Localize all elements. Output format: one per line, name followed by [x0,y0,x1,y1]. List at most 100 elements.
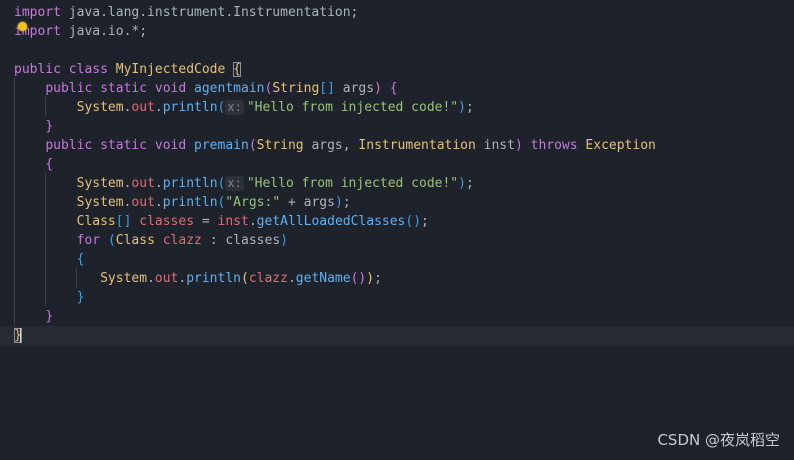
code-token: println [162,176,218,191]
code-token: public static void [45,81,187,96]
code-line[interactable]: } [14,288,85,307]
code-line[interactable]: System.out.println(clazz.getName()); [14,269,382,288]
code-line[interactable]: { [14,155,53,174]
code-line[interactable]: } [14,307,53,326]
code-token: public static void [45,138,187,153]
code-token: ; [421,214,429,229]
code-token: ( [217,176,226,191]
code-line[interactable]: public static void premain(String args, … [14,136,656,155]
code-line[interactable]: Class[] classes = inst.getAllLoadedClass… [14,212,429,231]
code-token: ( [248,138,257,153]
lightbulb-icon[interactable] [18,22,27,31]
code-token: { [45,157,54,172]
code-token: ) [458,176,466,191]
code-token: + args [280,195,335,210]
code-token: "Args:" [225,195,281,210]
code-token: { [389,81,398,96]
code-line[interactable]: } [14,117,53,136]
code-token: "Hello from injected code!" [246,100,459,115]
code-token: : classes [201,233,281,248]
code-token: ; [342,195,351,210]
code-line[interactable]: public static void agentmain(String[] ar… [14,79,398,98]
code-token: println [162,100,218,115]
code-token: out [131,176,155,191]
code-token: } [45,309,54,324]
code-token: out [131,100,155,115]
code-line[interactable]: { [14,250,85,269]
code-token: ; [465,176,474,191]
text-cursor [20,328,21,343]
code-token: . [154,195,163,210]
code-token: . [287,271,296,286]
code-token: premain [194,138,249,153]
code-token: classes [139,214,195,229]
code-line[interactable]: System.out.println(x: "Hello from injecte… [14,98,474,117]
code-token: println [186,271,241,286]
code-token: String [272,81,320,96]
code-token: System [76,195,124,210]
code-line[interactable]: import java.lang.instrument.Instrumentat… [14,3,358,22]
code-token: java.lang.instrument.Instrumentation; [60,5,359,20]
code-token: println [162,195,218,210]
code-token: inst [475,138,515,153]
code-token: Class [115,233,155,248]
code-token: } [76,290,85,305]
code-token: Instrumentation [358,138,476,153]
code-token: MyInjectedCode [115,62,226,77]
code-token: String [256,138,304,153]
code-token: out [131,195,155,210]
parameter-hint: x: [225,100,244,115]
code-line[interactable]: for (Class clazz : classes) [14,231,288,250]
code-token: () [405,214,422,229]
code-line[interactable]: System.out.println("Args:" + args); [14,193,351,212]
code-token: args [334,81,375,96]
code-line[interactable]: System.out.println(x: "Hello from injecte… [14,174,474,193]
code-token: . [154,100,163,115]
code-token: } [45,119,54,134]
parameter-hint: x: [225,176,244,191]
code-token: "Hello from injected code!" [246,176,459,191]
watermark: CSDN @夜岚稻空 [657,431,780,449]
code-token: System [76,176,124,191]
code-token: . [154,176,163,191]
code-token: args, [303,138,359,153]
code-token: System [100,271,148,286]
code-token: Class [76,214,116,229]
code-token: clazz [248,271,288,286]
code-token: ; [465,100,474,115]
code-token: out [154,271,179,286]
code-token: System [76,100,124,115]
code-line[interactable]: public class MyInjectedCode { [14,60,241,79]
code-token: ) [458,100,466,115]
code-token: ) [334,195,343,210]
code-token: for [76,233,101,248]
code-token: throws [530,138,578,153]
code-token: ) [514,138,523,153]
code-token: ( [241,271,249,286]
code-token: [] [319,81,335,96]
code-token: = [194,214,218,229]
code-editor[interactable]: import java.lang.instrument.Instrumentat… [0,0,794,460]
code-token: . [248,214,257,229]
code-token: agentmain [194,81,265,96]
code-token: . [147,271,155,286]
code-token: () [350,271,367,286]
code-token: java.io.*; [60,24,148,39]
code-line[interactable]: import java.io.*; [14,22,147,41]
